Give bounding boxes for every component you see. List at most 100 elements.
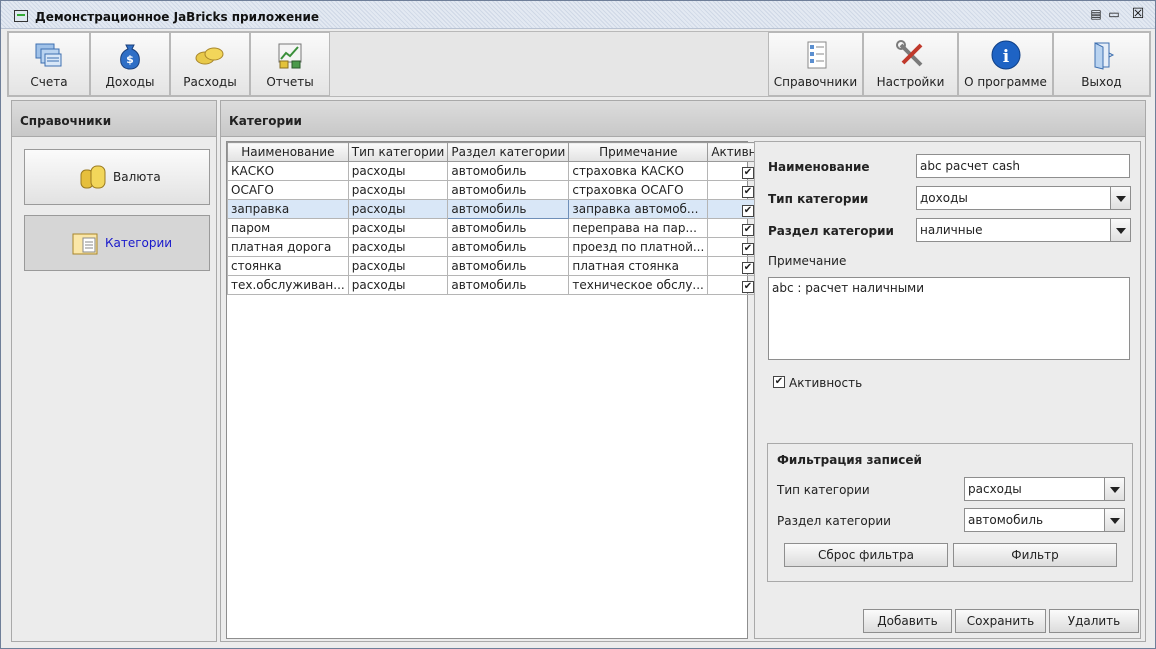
info-icon: i <box>991 40 1020 70</box>
note-textarea[interactable]: abc : расчет наличными <box>768 277 1130 360</box>
row-active-checkbox[interactable]: ✔ <box>741 166 754 179</box>
reset-filter-button[interactable]: Сброс фильтра <box>784 543 948 567</box>
active-label: Активность <box>789 376 863 390</box>
column-header[interactable]: Наименование <box>227 142 349 162</box>
table-row[interactable]: платная дорога расходы автомобиль проезд по… <box>227 237 789 257</box>
table-cell[interactable]: автомобиль <box>447 218 570 238</box>
delete-button[interactable]: Удалить <box>1049 609 1139 633</box>
accounts-label: Счета <box>30 75 68 89</box>
table-row[interactable]: паром расходы автомобиль переправа на пар..… <box>227 218 789 238</box>
folder-list-icon <box>72 233 98 255</box>
row-active-checkbox[interactable]: ✔ <box>741 242 754 255</box>
table-cell[interactable]: техническое обслу... <box>568 275 709 295</box>
table-cell[interactable]: платная стоянка <box>568 256 709 276</box>
table-cell[interactable]: тех.обслуживан... <box>227 275 349 295</box>
minimize-icon[interactable]: ▤ <box>1089 8 1103 22</box>
table-cell[interactable]: автомобиль <box>447 275 570 295</box>
table-cell[interactable]: заправка автомоб... <box>568 199 709 219</box>
exit-door-icon <box>1094 42 1114 70</box>
table-cell[interactable]: расходы <box>347 199 449 219</box>
settings-button[interactable]: Настройки <box>863 32 958 96</box>
reports-button[interactable]: Отчеты <box>250 32 330 96</box>
about-button[interactable]: i О программе <box>958 32 1053 96</box>
row-active-checkbox[interactable]: ✔ <box>741 185 754 198</box>
table-cell[interactable]: расходы <box>347 180 449 200</box>
name-field[interactable]: abc расчет cash <box>916 154 1130 178</box>
table-cell[interactable]: расходы <box>347 237 449 257</box>
table-cell[interactable]: автомобиль <box>447 199 570 219</box>
exit-button[interactable]: Выход <box>1053 32 1150 96</box>
filter-title: Фильтрация записей <box>777 453 922 467</box>
chevron-down-icon[interactable] <box>1110 219 1130 241</box>
maximize-icon[interactable]: ▭ <box>1107 8 1121 22</box>
column-header[interactable]: Примечание <box>568 142 709 162</box>
column-header[interactable]: Раздел категории <box>447 142 570 162</box>
column-header[interactable]: Тип категории <box>347 142 449 162</box>
title-bar[interactable]: Демонстрационное JaBricks приложение ▤ ▭… <box>1 1 1155 29</box>
table-header-row: Наименование Тип категории Раздел катего… <box>227 142 789 162</box>
chevron-down-icon[interactable] <box>1104 478 1124 500</box>
filter-type-select[interactable]: расходы <box>964 477 1125 501</box>
accounts-button[interactable]: Счета <box>8 32 90 96</box>
table-row[interactable]: ОСАГО расходы автомобиль страховка ОСАГО ✔ <box>227 180 789 200</box>
table-cell[interactable]: КАСКО <box>227 161 349 181</box>
table-cell[interactable]: расходы <box>347 275 449 295</box>
table-cell[interactable]: переправа на пар... <box>568 218 709 238</box>
reports-label: Отчеты <box>266 75 314 89</box>
name-label: Наименование <box>768 160 870 174</box>
apply-filter-button[interactable]: Фильтр <box>953 543 1117 567</box>
section-select[interactable]: наличные <box>916 218 1131 242</box>
table-cell[interactable]: автомобиль <box>447 237 570 257</box>
coins-stack-icon <box>80 165 106 189</box>
window-title: Демонстрационное JaBricks приложение <box>35 10 320 24</box>
chevron-down-icon[interactable] <box>1110 187 1130 209</box>
table-row[interactable]: заправка расходы автомобиль заправка автомо… <box>227 199 789 219</box>
svg-text:$: $ <box>126 53 134 66</box>
categories-table[interactable]: Наименование Тип категории Раздел катего… <box>226 141 789 639</box>
table-cell[interactable]: паром <box>227 218 349 238</box>
section-label: Раздел категории <box>768 224 894 238</box>
filter-section-label: Раздел категории <box>777 514 891 528</box>
table-cell[interactable]: расходы <box>347 161 449 181</box>
row-active-checkbox[interactable]: ✔ <box>741 223 754 236</box>
close-icon[interactable]: ☒ <box>1131 7 1145 22</box>
table-cell[interactable]: стоянка <box>227 256 349 276</box>
table-cell[interactable]: страховка ОСАГО <box>568 180 709 200</box>
directories-button[interactable]: Справочники <box>768 32 863 96</box>
expenses-button[interactable]: Расходы <box>170 32 250 96</box>
income-button[interactable]: $ Доходы <box>90 32 170 96</box>
add-button[interactable]: Добавить <box>863 609 952 633</box>
svg-text:i: i <box>1002 47 1009 67</box>
sidebar: Справочники Валюта Категории <box>11 100 217 642</box>
table-cell[interactable]: проезд по платной... <box>568 237 709 257</box>
filter-section-select[interactable]: автомобиль <box>964 508 1125 532</box>
table-cell[interactable]: платная дорога <box>227 237 349 257</box>
table-row[interactable]: тех.обслуживан... расходы автомобиль технич… <box>227 275 789 295</box>
save-button[interactable]: Сохранить <box>955 609 1046 633</box>
table-cell[interactable]: автомобиль <box>447 256 570 276</box>
table-cell[interactable]: расходы <box>347 218 449 238</box>
row-active-checkbox[interactable]: ✔ <box>741 261 754 274</box>
type-select[interactable]: доходы <box>916 186 1131 210</box>
row-active-checkbox[interactable]: ✔ <box>741 280 754 293</box>
active-checkbox[interactable]: ✔ <box>773 376 785 388</box>
coins-icon <box>195 47 224 65</box>
table-cell[interactable]: страховка КАСКО <box>568 161 709 181</box>
table-cell[interactable]: расходы <box>347 256 449 276</box>
filter-type-label: Тип категории <box>777 483 870 497</box>
exit-label: Выход <box>1081 75 1122 89</box>
sidebar-item-categories[interactable]: Категории <box>24 215 210 271</box>
chevron-down-icon[interactable] <box>1104 509 1124 531</box>
money-bag-icon: $ <box>120 44 140 70</box>
sidebar-header: Справочники <box>12 101 216 137</box>
row-active-checkbox[interactable]: ✔ <box>741 204 754 217</box>
table-cell[interactable]: автомобиль <box>447 161 570 181</box>
type-select-value: доходы <box>920 191 968 205</box>
table-cell[interactable]: ОСАГО <box>227 180 349 200</box>
table-cell[interactable]: заправка <box>227 199 349 219</box>
table-row[interactable]: КАСКО расходы автомобиль страховка КАСКО ✔ <box>227 161 789 181</box>
sidebar-item-currency[interactable]: Валюта <box>24 149 210 205</box>
directories-label: Справочники <box>773 75 858 89</box>
table-row[interactable]: стоянка расходы автомобиль платная стоянка ✔ <box>227 256 789 276</box>
table-cell[interactable]: автомобиль <box>447 180 570 200</box>
